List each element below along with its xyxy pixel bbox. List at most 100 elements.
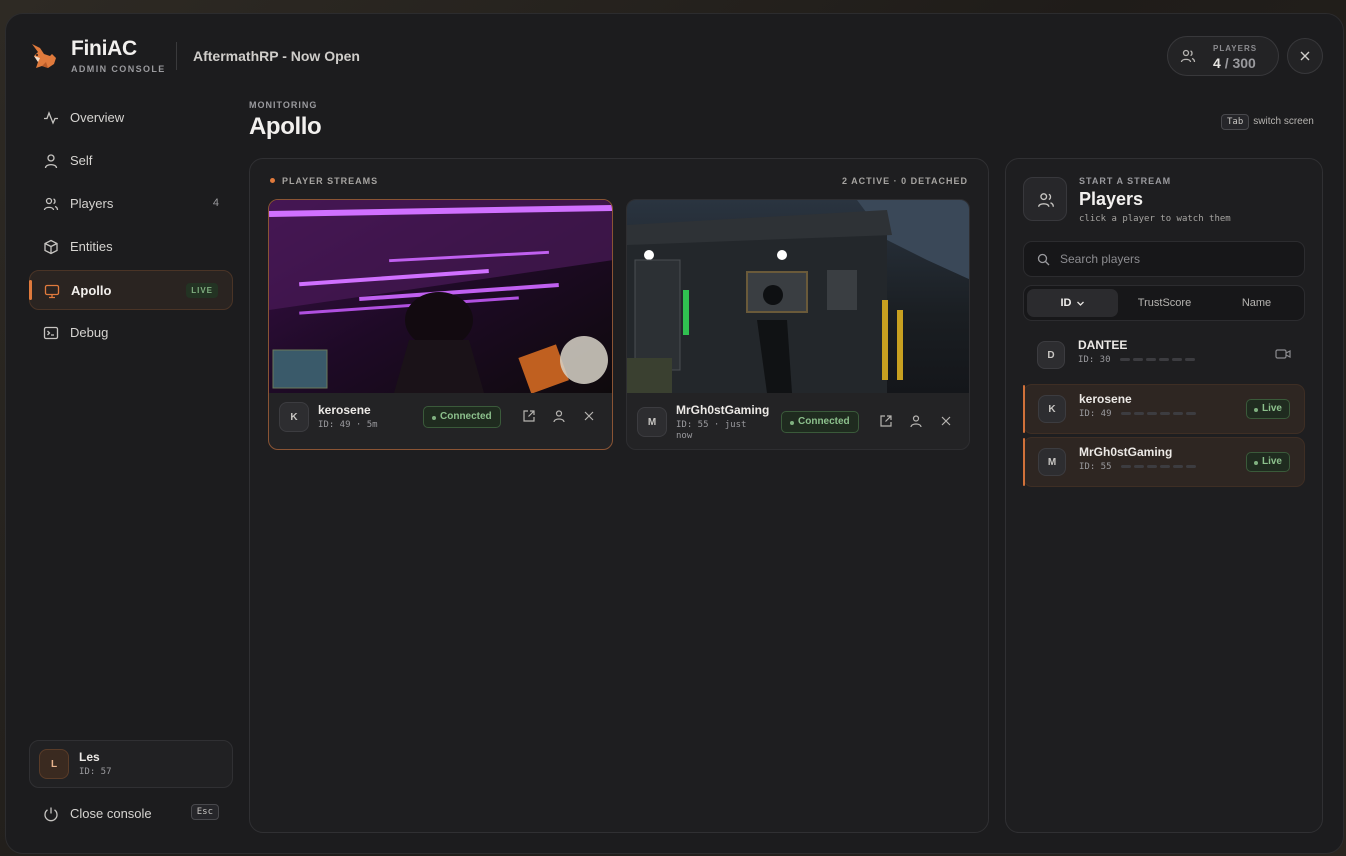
search-input[interactable] — [1060, 242, 1300, 276]
terminal-icon — [43, 326, 59, 340]
avatar: D — [1037, 341, 1065, 369]
user-icon[interactable] — [909, 414, 923, 428]
page-title: Apollo — [249, 113, 322, 140]
sidebar-item-label: Apollo — [71, 283, 112, 298]
panel-subtitle: click a player to watch them — [1079, 214, 1231, 224]
panel-icon-box — [1023, 177, 1067, 221]
avatar: M — [1038, 448, 1066, 476]
sidebar-item-entities[interactable]: Entities — [29, 227, 233, 267]
user-icon — [44, 154, 58, 169]
trust-score-bars — [1121, 465, 1196, 468]
search-icon — [1037, 253, 1050, 266]
stream-player-name: MrGh0stGaming — [676, 403, 770, 417]
monitor-icon — [44, 284, 60, 299]
sidebar-item-label: Debug — [70, 325, 109, 340]
avatar: L — [39, 749, 69, 779]
cube-icon — [44, 239, 58, 255]
player-streams-panel: PLAYER STREAMS 2 ACTIVE · 0 DETACHED K k… — [249, 158, 989, 833]
sort-toggle: ID TrustScore Name — [1023, 285, 1305, 321]
user-icon[interactable] — [552, 409, 566, 423]
stream-card[interactable]: M MrGh0stGaming ID: 55 · just now Connec… — [626, 199, 970, 450]
streams-panel-title: PLAYER STREAMS — [282, 176, 379, 186]
avatar: K — [279, 402, 309, 432]
player-id: ID: 49 — [1079, 409, 1112, 419]
streams-status: 2 ACTIVE · 0 DETACHED — [841, 176, 968, 186]
close-icon — [1300, 51, 1310, 61]
live-badge: Live — [1245, 452, 1290, 472]
sidebar-item-debug[interactable]: Debug — [29, 313, 233, 353]
admin-console-window: FiniAC ADMIN CONSOLE AftermathRP - Now O… — [5, 13, 1344, 854]
close-stream-icon[interactable] — [939, 414, 953, 428]
switch-screen-hint: Tab switch screen — [1221, 111, 1314, 130]
sidebar-item-label: Players — [70, 196, 114, 211]
stream-player-meta: ID: 49 · 5m — [318, 420, 378, 430]
players-count: 4 / 300 — [1213, 55, 1256, 71]
trust-score-bars — [1120, 358, 1195, 361]
user-name: Les — [79, 750, 100, 764]
live-badge: Live — [1245, 399, 1290, 419]
power-icon — [44, 807, 58, 822]
sidebar-item-players[interactable]: Players 4 — [29, 184, 233, 224]
stream-card-footer: K kerosene ID: 49 · 5m Connected — [269, 393, 612, 449]
sidebar-item-overview[interactable]: Overview — [29, 98, 233, 138]
stream-card[interactable]: K kerosene ID: 49 · 5m Connected — [268, 199, 613, 450]
fox-logo-icon — [32, 44, 56, 68]
player-search[interactable] — [1023, 241, 1305, 277]
player-row[interactable]: M MrGh0stGaming ID: 55 Live — [1023, 437, 1305, 487]
header-divider — [176, 42, 177, 70]
player-row[interactable]: D DANTEE ID: 30 — [1023, 331, 1305, 381]
panel-title: Players — [1079, 189, 1144, 209]
avatar: M — [637, 407, 667, 437]
player-name: MrGh0stGaming — [1079, 445, 1173, 459]
sidebar-item-label: Overview — [70, 110, 125, 125]
sort-by-trustscore-button[interactable]: TrustScore — [1119, 289, 1210, 317]
live-badge: LIVE — [186, 283, 218, 298]
tab-key-hint: Tab — [1221, 114, 1250, 130]
brand-subtitle: ADMIN CONSOLE — [71, 64, 166, 74]
stream-player-name: kerosene — [318, 403, 371, 417]
chevron-down-icon — [1076, 301, 1084, 306]
avatar: K — [1038, 395, 1066, 423]
player-name: kerosene — [1079, 392, 1132, 406]
external-link-icon[interactable] — [522, 409, 536, 423]
activity-icon — [44, 111, 58, 125]
sidebar-item-label: Entities — [70, 239, 113, 254]
stream-player-meta: ID: 55 · just now — [676, 420, 747, 441]
hint-label: switch screen — [1253, 116, 1314, 127]
player-id: ID: 55 — [1079, 462, 1112, 472]
section-label: MONITORING — [249, 100, 318, 110]
sort-by-name-button[interactable]: Name — [1211, 289, 1302, 317]
stream-card-footer: M MrGh0stGaming ID: 55 · just now Connec… — [627, 393, 969, 449]
stream-video[interactable] — [269, 200, 612, 393]
brand-name: FiniAC — [71, 37, 137, 60]
start-stream-panel: START A STREAM Players click a player to… — [1005, 158, 1323, 833]
external-link-icon[interactable] — [879, 414, 893, 428]
stream-video[interactable] — [627, 200, 969, 393]
esc-key-hint: Esc — [190, 804, 219, 820]
player-name: DANTEE — [1078, 338, 1128, 352]
sidebar-item-self[interactable]: Self — [29, 141, 233, 181]
users-icon — [1038, 193, 1054, 207]
players-label: PLAYERS — [1213, 44, 1258, 53]
sidebar-item-apollo[interactable]: Apollo LIVE — [29, 270, 233, 310]
close-console-button[interactable]: Close console Esc — [29, 800, 233, 828]
accent-dot — [270, 178, 275, 183]
server-name: AftermathRP - Now Open — [193, 48, 360, 64]
video-camera-icon[interactable] — [1275, 348, 1291, 360]
users-icon — [43, 197, 59, 211]
users-icon — [1180, 49, 1196, 63]
player-row[interactable]: K kerosene ID: 49 Live — [1023, 384, 1305, 434]
close-window-button[interactable] — [1287, 38, 1323, 74]
stream-video-frame — [269, 200, 612, 393]
panel-label: START A STREAM — [1079, 176, 1172, 186]
close-console-label: Close console — [70, 806, 152, 821]
close-stream-icon[interactable] — [582, 409, 596, 423]
connected-badge: Connected — [781, 411, 859, 433]
user-id: ID: 57 — [79, 767, 112, 777]
trust-score-bars — [1121, 412, 1196, 415]
sidebar-item-label: Self — [70, 153, 93, 168]
player-id: ID: 30 — [1078, 355, 1111, 365]
sort-by-id-button[interactable]: ID — [1027, 289, 1118, 317]
current-user-card[interactable]: L Les ID: 57 — [29, 740, 233, 788]
connected-badge: Connected — [423, 406, 501, 428]
